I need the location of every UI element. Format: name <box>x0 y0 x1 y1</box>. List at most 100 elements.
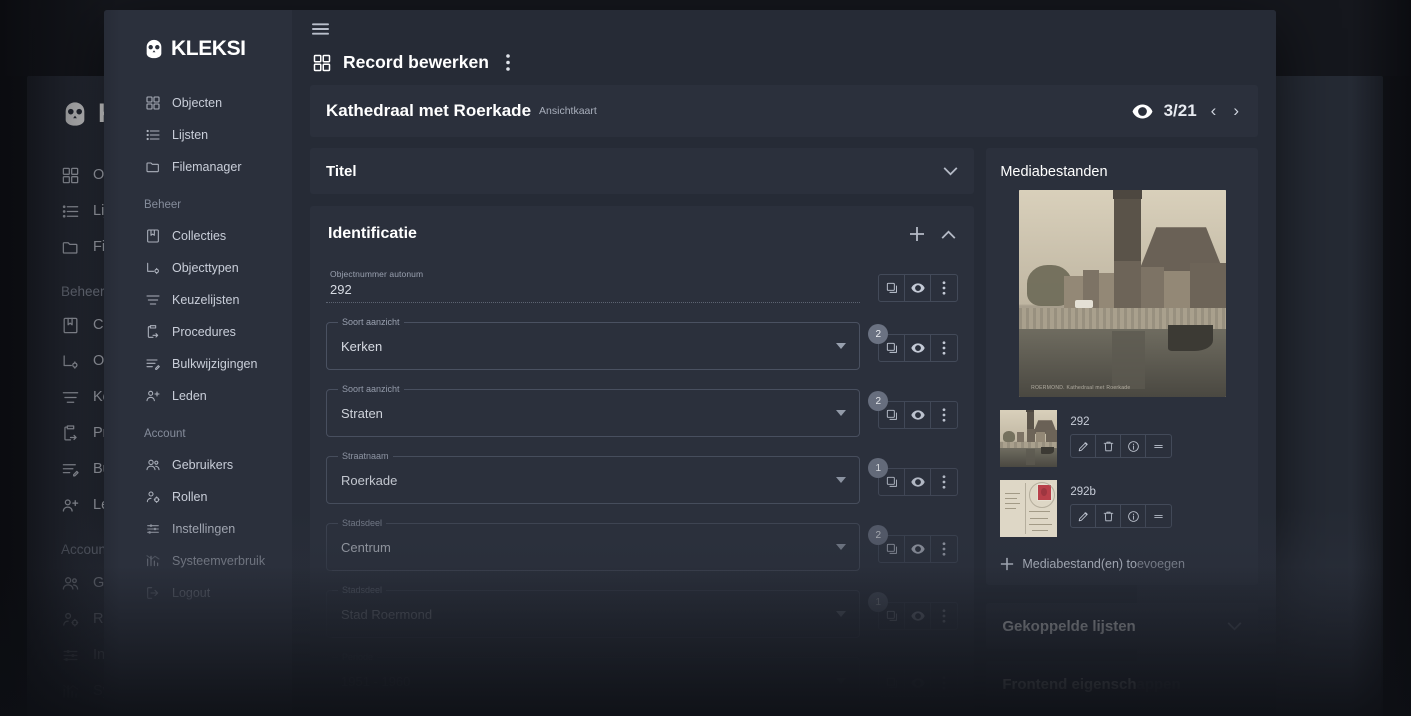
field-action-group <box>878 535 958 563</box>
trash-icon[interactable] <box>1096 505 1121 527</box>
field-label: Periode <box>338 652 377 662</box>
chevron-down-icon[interactable] <box>836 343 846 349</box>
sidebar-item-lijsten[interactable]: Lijsten <box>144 119 292 151</box>
kebab-icon[interactable] <box>931 536 957 562</box>
sidebar-item-label: Collecties <box>172 229 226 243</box>
media-item: 292b <box>986 467 1258 537</box>
eye-icon[interactable] <box>905 275 931 301</box>
card-mediabestanden: Mediabestanden <box>986 148 1258 585</box>
sidebar-item-label: Rollen <box>172 490 207 504</box>
eye-icon[interactable] <box>905 536 931 562</box>
plus-icon[interactable] <box>909 226 925 242</box>
chevron-down-icon[interactable] <box>1227 622 1242 631</box>
field-value: 292 <box>330 279 856 302</box>
eye-icon[interactable] <box>1132 104 1153 119</box>
field-stadsdeel[interactable]: StadsdeelCentrum <box>326 523 860 571</box>
card-titel-header[interactable]: Titel <box>310 148 974 194</box>
chevron-down-icon[interactable] <box>943 167 958 176</box>
bulk-edit-icon <box>61 460 80 479</box>
chevron-up-icon[interactable] <box>941 230 956 239</box>
copy-icon[interactable] <box>879 670 905 696</box>
sidebar-item-label: Lijsten <box>172 128 208 142</box>
field-soort-aanzicht[interactable]: Soort aanzichtStraten <box>326 389 860 437</box>
media-thumbnail[interactable] <box>1000 410 1057 467</box>
chevron-left-icon[interactable]: ‹ <box>1208 101 1220 121</box>
info-icon[interactable] <box>1121 435 1146 457</box>
sidebar-item-leden[interactable]: Leden <box>144 380 292 412</box>
sidebar-item-gebruikers[interactable]: Gebruikers <box>144 449 292 481</box>
sidebar-item-collecties[interactable]: Collecties <box>144 220 292 252</box>
media-hero-image[interactable]: ROERMOND. Kathedraal met Roerkade <box>1019 190 1226 397</box>
eye-icon[interactable] <box>905 670 931 696</box>
card-titel[interactable]: Titel <box>310 148 974 194</box>
sidebar-item-label: Logout <box>172 586 210 600</box>
field-straatnaam[interactable]: StraatnaamRoerkade <box>326 456 860 504</box>
chevron-right-icon[interactable]: › <box>1230 101 1242 121</box>
chart-icon <box>144 553 161 569</box>
field-actions: 2 <box>878 523 958 563</box>
kebab-icon[interactable] <box>931 670 957 696</box>
kebab-icon[interactable] <box>931 275 957 301</box>
sidebar-item-instellingen[interactable]: Instellingen <box>144 513 292 545</box>
drag-handle-icon[interactable] <box>1146 505 1171 527</box>
field-actions <box>878 657 958 697</box>
linked-lists-label: Gekoppelde lijsten <box>1002 618 1135 635</box>
frontend-props-header[interactable]: Frontend eigenschappen <box>986 661 1258 707</box>
sidebar-item-bulkwijzigingen[interactable]: Bulkwijzigingen <box>144 348 292 380</box>
kebab-icon[interactable] <box>931 402 957 428</box>
record-type: Ansichtkaart <box>539 105 597 117</box>
object-type-icon <box>61 352 80 371</box>
field-row: Periode1951 - 1960 <box>310 657 974 716</box>
chart-icon <box>61 682 80 701</box>
copy-icon[interactable] <box>879 275 905 301</box>
eye-icon[interactable] <box>905 603 931 629</box>
kebab-icon[interactable] <box>931 335 957 361</box>
kebab-icon[interactable] <box>506 54 510 71</box>
info-icon[interactable] <box>1121 505 1146 527</box>
sidebar-item-keuzelijsten[interactable]: Keuzelijsten <box>144 284 292 316</box>
add-media-button[interactable]: Mediabestand(en) toevoegen <box>986 537 1258 571</box>
chevron-down-icon[interactable] <box>836 611 846 617</box>
pencil-icon[interactable] <box>1071 505 1096 527</box>
sidebar-item-objecttypen[interactable]: Objecttypen <box>144 252 292 284</box>
chevron-down-icon[interactable] <box>836 678 846 684</box>
card-identificatie-header[interactable]: Identificatie <box>310 206 974 262</box>
sidebar-item-filemanager[interactable]: Filemanager <box>144 151 292 183</box>
card-gekoppelde-lijsten[interactable]: Gekoppelde lijsten <box>986 603 1258 649</box>
field-actions: 2 <box>878 389 958 429</box>
field-objectnummer-autonum[interactable]: Objectnummer autonum292 <box>326 262 860 303</box>
media-thumbnail[interactable] <box>1000 480 1057 537</box>
owl-icon <box>143 38 165 60</box>
chevron-down-icon[interactable] <box>836 410 846 416</box>
field-row: Soort aanzichtKerken2 <box>310 322 974 389</box>
field-soort-aanzicht[interactable]: Soort aanzichtKerken <box>326 322 860 370</box>
record-header-bar: Kathedraal met Roerkade Ansichtkaart 3/2… <box>310 85 1258 137</box>
hamburger-icon[interactable] <box>312 22 329 36</box>
eye-icon[interactable] <box>905 469 931 495</box>
content-topbar <box>292 10 1276 48</box>
sidebar-item-systeemverbruik[interactable]: Systeemverbruik <box>144 545 292 577</box>
field-value: Stad Roermond <box>341 607 432 622</box>
chevron-down-icon[interactable] <box>836 544 846 550</box>
kebab-icon[interactable] <box>931 469 957 495</box>
kebab-icon[interactable] <box>931 603 957 629</box>
drag-handle-icon[interactable] <box>1146 435 1171 457</box>
sidebar-item-logout[interactable]: Logout <box>144 577 292 609</box>
card-frontend-eigenschappen[interactable]: Frontend eigenschappen <box>986 661 1258 707</box>
people-add-icon <box>144 388 161 404</box>
filter-list-icon <box>61 388 80 407</box>
trash-icon[interactable] <box>1096 435 1121 457</box>
chevron-down-icon[interactable] <box>836 477 846 483</box>
field-periode[interactable]: Periode1951 - 1960 <box>326 657 860 705</box>
linked-lists-header[interactable]: Gekoppelde lijsten <box>986 603 1258 649</box>
brand-logo[interactable]: KLEKSI <box>104 10 292 87</box>
sidebar-item-rollen[interactable]: Rollen <box>144 481 292 513</box>
eye-icon[interactable] <box>905 402 931 428</box>
frontend-props-label: Frontend eigenschappen <box>1002 676 1180 693</box>
sidebar-item-procedures[interactable]: Procedures <box>144 316 292 348</box>
sidebar-item-objecten[interactable]: Objecten <box>144 87 292 119</box>
eye-icon[interactable] <box>905 335 931 361</box>
field-actions: 1 <box>878 590 958 630</box>
field-stadsdeel[interactable]: StadsdeelStad Roermond <box>326 590 860 638</box>
pencil-icon[interactable] <box>1071 435 1096 457</box>
